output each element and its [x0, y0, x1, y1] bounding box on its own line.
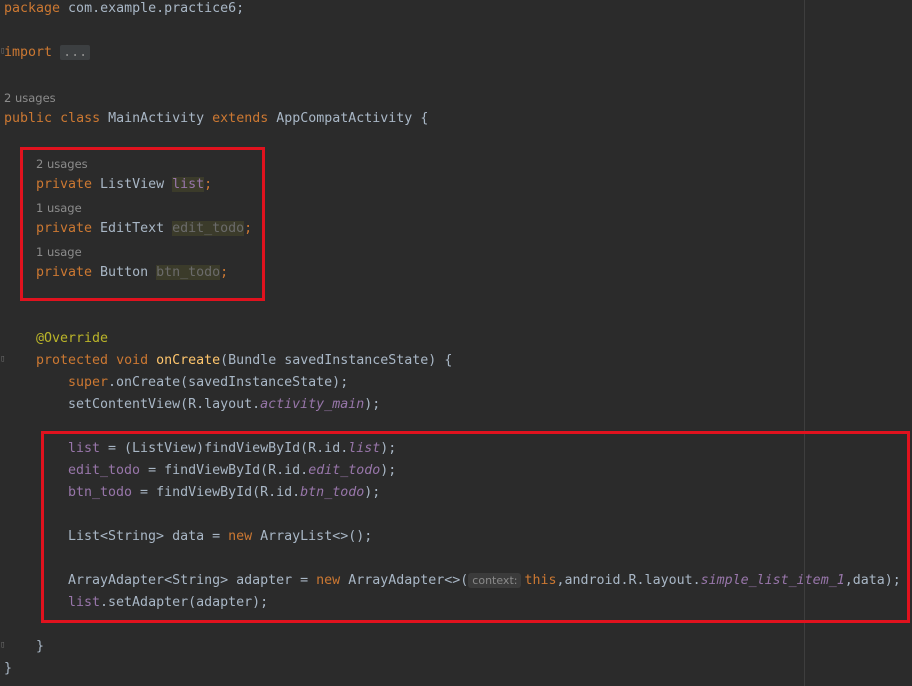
fold-icon[interactable]: ▯ [0, 640, 5, 650]
fold-icon[interactable]: ▯ [0, 46, 5, 56]
method-declaration: protected void onCreate(Bundle savedInst… [36, 353, 453, 368]
method-close-brace: } [36, 639, 45, 654]
fields-highlight-box [20, 147, 265, 301]
import-line: import ... [4, 42, 91, 64]
folded-imports[interactable]: ... [60, 45, 91, 60]
code-highlight-box [41, 431, 910, 623]
set-content-view: setContentView(R.layout.activity_main); [68, 397, 381, 412]
class-close-brace: } [4, 661, 13, 676]
package-line: package com.example.practice6; [4, 1, 245, 16]
class-declaration: public class MainActivity extends AppCom… [4, 111, 429, 126]
super-call: super.onCreate(savedInstanceState); [68, 375, 349, 390]
override-annotation: @Override [36, 331, 109, 346]
override-gutter-icon[interactable]: ▯ [0, 354, 5, 364]
usages-hint[interactable]: 2 usages [4, 89, 56, 107]
